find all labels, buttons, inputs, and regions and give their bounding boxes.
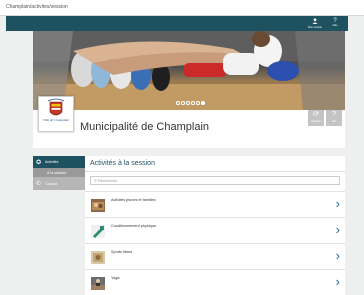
carousel-dot-active[interactable] xyxy=(201,101,205,105)
list-item[interactable]: Sports libres › xyxy=(85,243,345,269)
account-button[interactable]: Mon compte xyxy=(307,18,323,29)
chevron-right-icon: › xyxy=(335,222,340,237)
star-icon: ✪ xyxy=(36,159,42,166)
municipality-logo: Ville de Champlain xyxy=(38,96,74,132)
help-label: Aide xyxy=(332,24,338,27)
banner-photo xyxy=(33,31,345,110)
sidebar-item-label: Activités xyxy=(45,160,59,164)
carousel-dot[interactable] xyxy=(186,101,190,105)
search-input[interactable]: ⚲ Recherche xyxy=(90,176,340,185)
activity-thumbnail xyxy=(91,277,105,290)
user-icon xyxy=(307,18,323,26)
sidebar-item-activites[interactable]: ✪ Activités xyxy=(33,156,85,168)
logo-text: Ville de Champlain xyxy=(42,118,70,122)
carousel-dot[interactable] xyxy=(196,101,200,105)
divider xyxy=(85,171,345,172)
sidebar-item-contact[interactable]: ✆ Contact xyxy=(33,177,85,190)
help-button[interactable]: ? Aide xyxy=(327,18,343,29)
chevron-right-icon: › xyxy=(335,248,340,263)
sidebar-item-label: Contact xyxy=(45,181,58,186)
carousel-dot[interactable] xyxy=(181,101,185,105)
account-label: Mon compte xyxy=(308,26,322,29)
url-text: Champlain/activites/session xyxy=(6,4,68,10)
hero-banner xyxy=(33,31,345,110)
activity-thumbnail xyxy=(91,225,105,238)
refresh-icon: ⟳ xyxy=(313,111,319,118)
list-item[interactable]: Yoga › xyxy=(85,269,345,295)
sidebar-item-session[interactable]: À la session xyxy=(33,168,85,177)
list-item-label: Activités jeunes et familles xyxy=(111,198,156,202)
phone-icon: ✆ xyxy=(36,181,42,187)
carousel-dot[interactable] xyxy=(191,101,195,105)
carousel-dots xyxy=(176,101,205,105)
main-panel: Activités à la session ⚲ Recherche Activ… xyxy=(85,156,345,295)
chevron-right-icon: › xyxy=(335,274,340,289)
page-title: Municipalité de Champlain xyxy=(80,121,210,133)
activity-thumbnail xyxy=(91,251,105,264)
chevron-right-icon: › xyxy=(335,196,340,211)
list-item-label: Sports libres xyxy=(111,250,133,254)
list-item[interactable]: Activités jeunes et familles › xyxy=(85,191,345,217)
help-action-label: Aide xyxy=(331,121,337,123)
help-action-button[interactable]: ? Aide xyxy=(326,110,342,126)
sidebar: ✪ Activités À la session ✆ Contact xyxy=(33,156,85,190)
question-icon: ? xyxy=(332,111,336,118)
activity-list: Activités jeunes et familles › Condition… xyxy=(85,191,345,295)
sidebar-item-label: À la session xyxy=(47,170,67,175)
carousel-dot[interactable] xyxy=(176,101,180,105)
refresh-label: Actualiser xyxy=(310,121,322,123)
section-title: Activités à la session xyxy=(90,160,155,167)
search-placeholder: Recherche xyxy=(98,178,118,183)
activity-thumbnail xyxy=(91,199,105,212)
url-bar[interactable]: Champlain/activites/session xyxy=(0,0,364,16)
refresh-button[interactable]: ⟳ Actualiser xyxy=(308,110,324,126)
list-item-label: Yoga xyxy=(111,276,120,280)
crest-icon xyxy=(47,98,65,116)
list-item[interactable]: Conditionnement physique › xyxy=(85,217,345,243)
list-item-label: Conditionnement physique xyxy=(111,224,156,228)
top-bar: Mon compte ? Aide xyxy=(6,16,348,31)
